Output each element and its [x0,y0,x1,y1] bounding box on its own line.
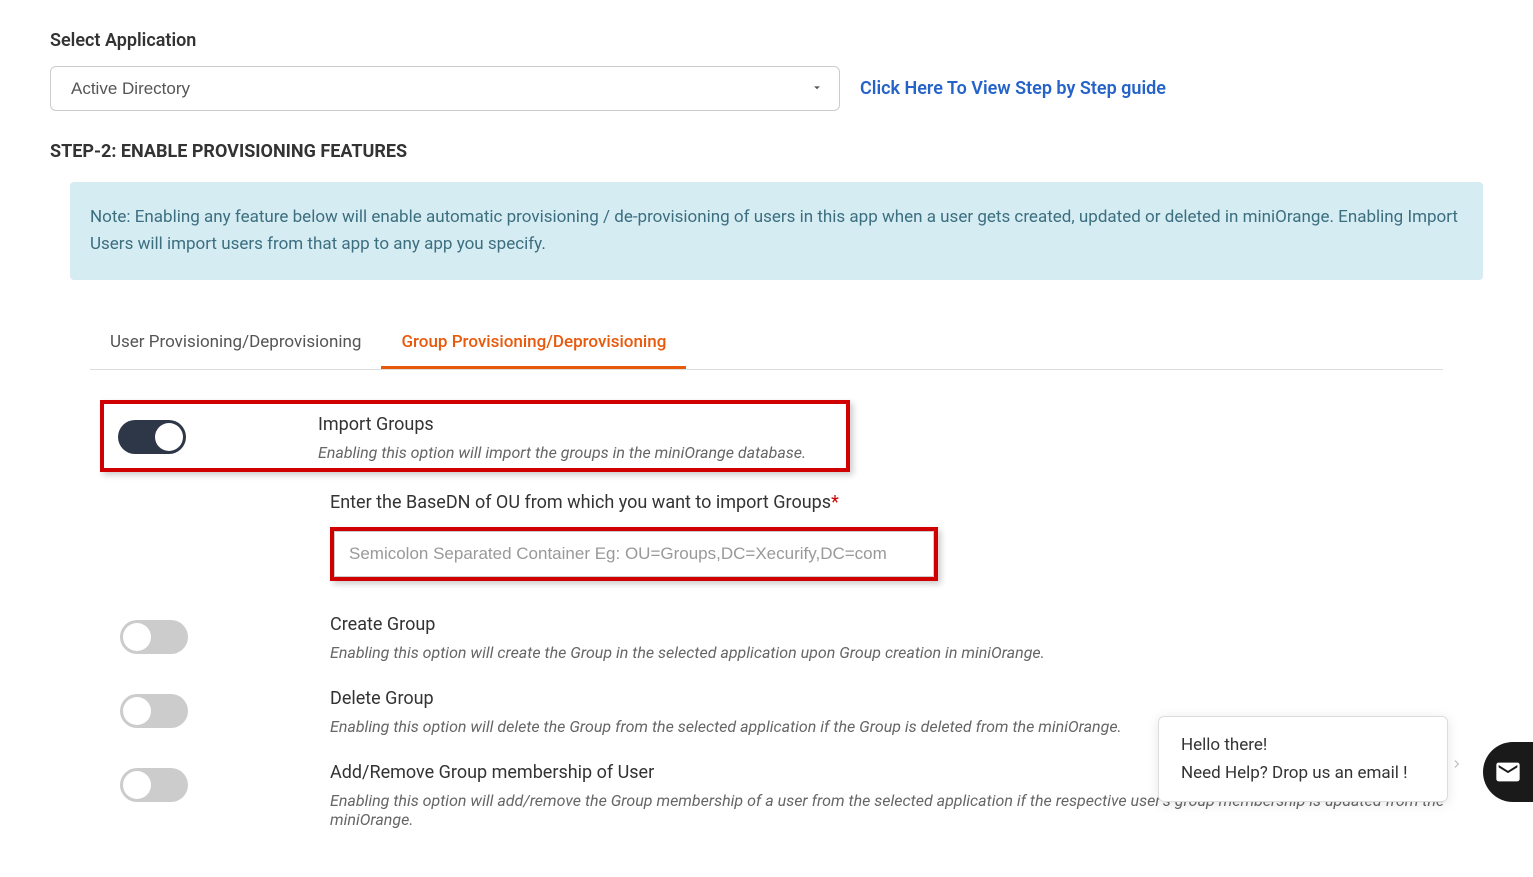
select-app-label: Select Application [50,30,1483,51]
chat-popup: Hello there! Need Help? Drop us an email… [1158,716,1448,802]
chat-launcher-button[interactable] [1483,742,1533,802]
import-groups-highlight: Import Groups Enabling this option will … [100,400,850,472]
application-select[interactable]: Active Directory [50,66,840,111]
import-groups-title: Import Groups [318,414,836,435]
chat-greeting: Hello there! [1181,735,1425,755]
basedn-label: Enter the BaseDN of OU from which you wa… [330,492,1483,513]
basedn-input[interactable] [334,531,934,577]
toggle-col [120,614,330,662]
create-group-title: Create Group [330,614,1483,635]
chevron-right-icon [1449,757,1463,771]
toggle-col [120,688,330,736]
mail-icon [1494,758,1522,786]
content-col: Import Groups Enabling this option will … [318,414,836,462]
delete-group-title: Delete Group [330,688,1483,709]
import-groups-desc: Enabling this option will import the gro… [318,443,836,462]
basedn-section: Enter the BaseDN of OU from which you wa… [330,492,1483,581]
import-groups-toggle[interactable] [118,420,186,454]
toggle-col [120,762,330,829]
toggle-col [118,414,318,462]
feature-import-groups: Import Groups Enabling this option will … [118,414,836,462]
create-group-toggle[interactable] [120,620,188,654]
note-box: Note: Enabling any feature below will en… [70,182,1483,280]
top-row: Active Directory Click Here To View Step… [50,66,1483,111]
step-guide-link[interactable]: Click Here To View Step by Step guide [860,78,1166,99]
delete-group-toggle[interactable] [120,694,188,728]
basedn-input-highlight [330,527,938,581]
tabs-container: User Provisioning/Deprovisioning Group P… [90,320,1443,370]
tab-user-provisioning[interactable]: User Provisioning/Deprovisioning [90,320,381,369]
feature-create-group: Create Group Enabling this option will c… [120,606,1483,680]
app-select-wrapper: Active Directory [50,66,840,111]
create-group-desc: Enabling this option will create the Gro… [330,643,1483,662]
step-header: STEP-2: ENABLE PROVISIONING FEATURES [50,141,1483,162]
add-remove-membership-toggle[interactable] [120,768,188,802]
tab-group-provisioning[interactable]: Group Provisioning/Deprovisioning [381,320,686,369]
chat-help-text: Need Help? Drop us an email ! [1181,763,1425,783]
chat-close-button[interactable] [1445,753,1467,775]
required-asterisk: * [831,492,839,513]
content-col: Create Group Enabling this option will c… [330,614,1483,662]
